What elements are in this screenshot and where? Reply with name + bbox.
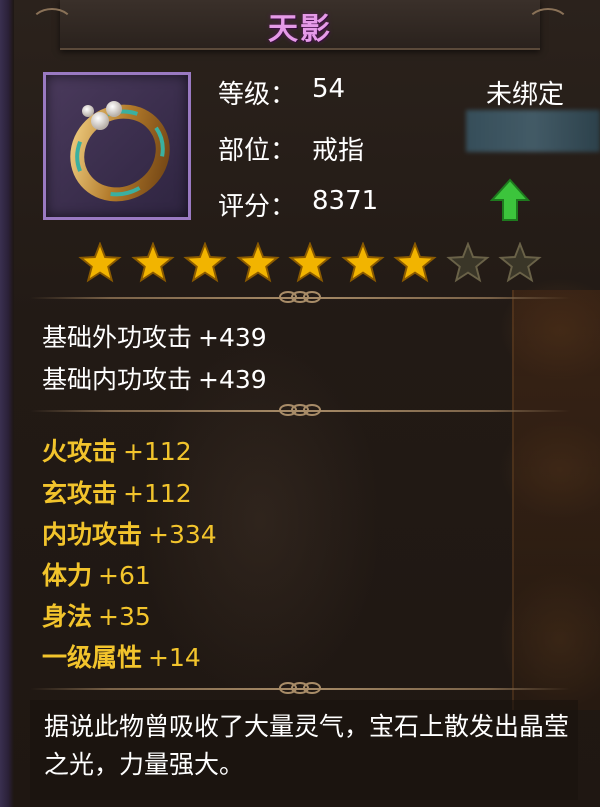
score-value: 8371 xyxy=(312,186,379,216)
bonus-attribute-value: +334 xyxy=(148,520,217,549)
score-label: 评分： xyxy=(218,192,297,222)
star-filled-icon xyxy=(130,242,175,283)
base-attribute-value: +439 xyxy=(198,365,267,394)
bonus-attribute-name: 火攻击 xyxy=(42,437,118,466)
bonus-attribute-row: 体力 +61 xyxy=(42,556,151,592)
star-empty-icon xyxy=(445,242,490,283)
slot-value: 戒指 xyxy=(312,136,365,166)
divider-ornament xyxy=(279,682,321,694)
item-description: 据说此物曾吸收了大量灵气，宝石上散发出晶莹之光，力量强大。 xyxy=(44,712,570,779)
background-equipment-list xyxy=(512,290,600,710)
bonus-attribute-name: 内功攻击 xyxy=(42,520,143,549)
star-filled-icon xyxy=(393,242,437,283)
up-arrow-icon xyxy=(490,178,530,221)
bonus-attribute-row: 身法 +35 xyxy=(42,597,151,633)
star-filled-icon xyxy=(235,242,280,283)
star-filled-icon xyxy=(78,242,122,283)
divider-ornament xyxy=(279,291,321,303)
divider-ornament xyxy=(279,404,321,416)
base-attribute-row: 基础内功攻击 +439 xyxy=(42,360,267,396)
bonus-attribute-row: 内功攻击 +334 xyxy=(42,515,217,551)
bonus-attribute-row: 玄攻击 +112 xyxy=(42,474,192,510)
bonus-attribute-value: +112 xyxy=(123,479,192,508)
title-bar: 天影 xyxy=(30,0,570,50)
item-icon-frame[interactable] xyxy=(43,72,191,220)
base-attribute-name: 基础外功攻击 xyxy=(42,323,193,352)
level-value: 54 xyxy=(312,74,346,104)
ring-icon xyxy=(70,101,170,202)
slot-label: 部位： xyxy=(218,136,297,166)
bonus-attribute-name: 玄攻击 xyxy=(42,479,118,508)
star-filled-icon xyxy=(183,242,227,283)
item-name: 天影 xyxy=(268,12,332,47)
bonus-attribute-value: +14 xyxy=(148,643,201,672)
bonus-attribute-value: +61 xyxy=(98,561,151,590)
base-attribute-name: 基础内功攻击 xyxy=(42,365,193,394)
bonus-attribute-row: 火攻击 +112 xyxy=(42,432,192,468)
bonus-attribute-name: 体力 xyxy=(42,561,93,590)
star-empty-icon xyxy=(498,242,542,283)
bonus-attribute-value: +112 xyxy=(123,437,192,466)
background-edge xyxy=(0,0,14,807)
base-attribute-row: 基础外功攻击 +439 xyxy=(42,318,267,354)
base-attribute-value: +439 xyxy=(198,323,267,352)
bonus-attribute-name: 一级属性 xyxy=(42,643,143,672)
blurred-region xyxy=(466,110,600,152)
bonus-attribute-name: 身法 xyxy=(42,602,93,631)
bind-status: 未绑定 xyxy=(486,80,565,110)
bonus-attribute-row: 一级属性 +14 xyxy=(42,638,201,674)
level-label: 等级： xyxy=(218,80,297,110)
bonus-attribute-value: +35 xyxy=(98,602,151,631)
star-filled-icon xyxy=(340,242,385,283)
item-tooltip-panel: 天影 等级： 54 部位： 戒指 评分： 8371 未绑定 基础外功攻击 +43… xyxy=(0,0,600,807)
star-filled-icon xyxy=(288,242,332,283)
